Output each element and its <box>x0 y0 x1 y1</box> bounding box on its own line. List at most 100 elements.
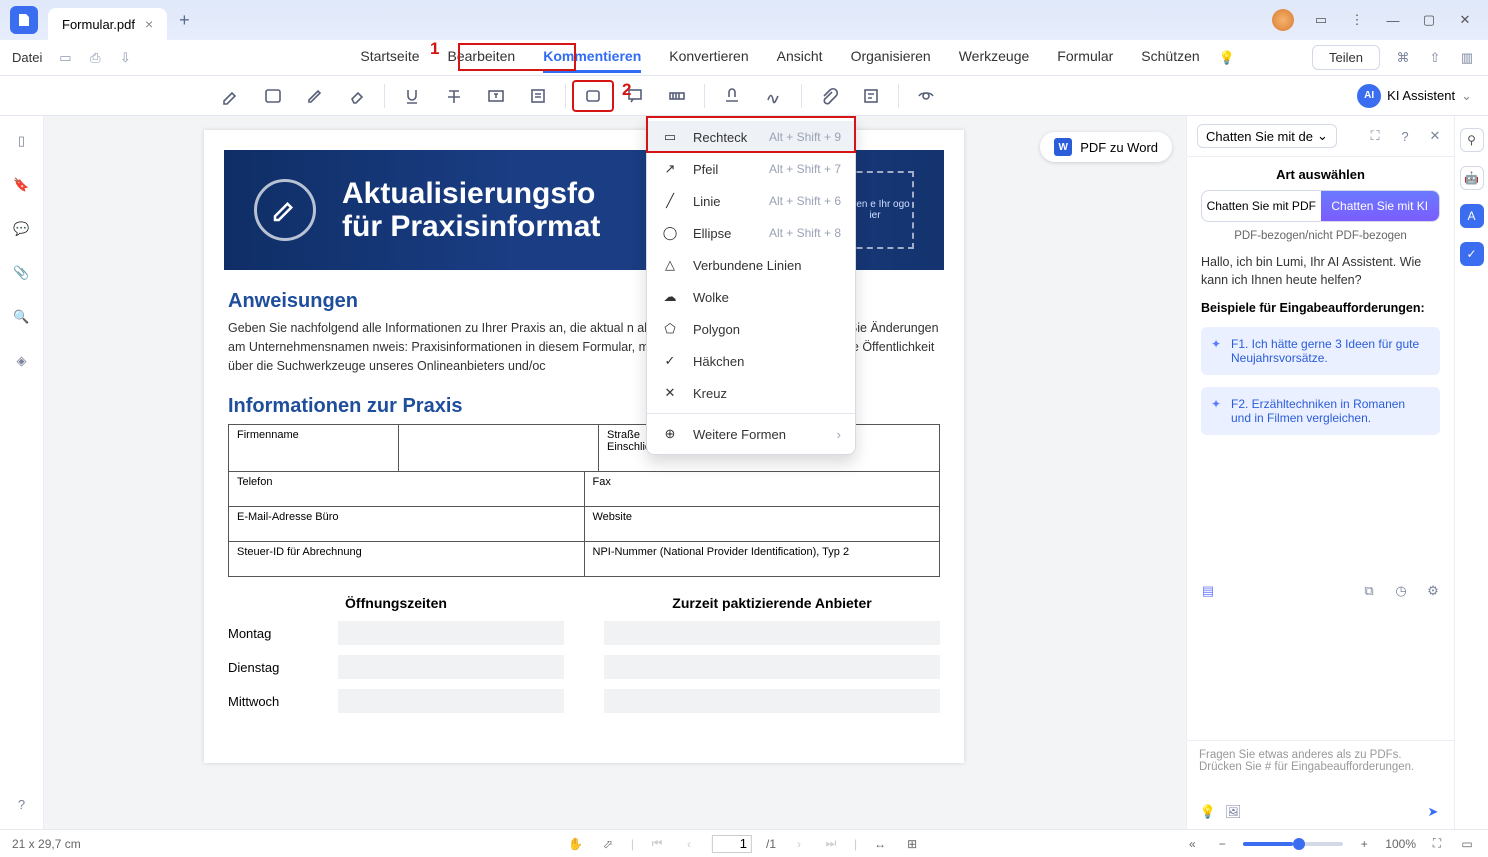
collapse-icon[interactable]: « <box>1183 835 1201 853</box>
attachments-icon[interactable]: 📎 <box>13 264 31 282</box>
ribbon-tab-startseite[interactable]: Startseite <box>360 42 419 73</box>
provider-slot[interactable] <box>604 621 940 645</box>
ai-mode-switch[interactable]: Chatten Sie mit PDF Chatten Sie mit KI <box>1201 190 1440 222</box>
history-icon[interactable]: ◷ <box>1392 582 1410 600</box>
print-icon[interactable]: ⎙ <box>86 49 104 67</box>
ai-assistant-button[interactable]: AI KI Assistent ⌄ <box>1357 84 1472 108</box>
hours-slot[interactable] <box>338 689 564 713</box>
more-shapes-item[interactable]: ⊕ Weitere Formen › <box>647 418 855 450</box>
shape-item-line[interactable]: ╱LinieAlt + Shift + 6 <box>647 185 855 217</box>
area-highlight-tool[interactable] <box>252 80 294 112</box>
files-icon[interactable]: ▤ <box>1199 582 1217 600</box>
fit-width-icon[interactable]: ↔ <box>871 835 889 853</box>
signature-tool[interactable] <box>753 80 795 112</box>
example-prompt-2[interactable]: F2. Erzähltechniken in Romanen und in Fi… <box>1201 387 1440 435</box>
stamp-tool[interactable] <box>711 80 753 112</box>
document-tab[interactable]: Formular.pdf × <box>48 8 167 40</box>
next-page-icon[interactable]: › <box>790 835 808 853</box>
expand-icon[interactable]: ⛶ <box>1366 127 1384 145</box>
layers-icon[interactable]: ◈ <box>13 352 31 370</box>
bulb-icon[interactable]: 💡 <box>1199 803 1217 821</box>
measure-tool[interactable] <box>656 80 698 112</box>
pdf-to-word-button[interactable]: W PDF zu Word <box>1040 132 1172 162</box>
chat-ki-option[interactable]: Chatten Sie mit KI <box>1321 191 1440 221</box>
thumbnails-icon[interactable]: ▯ <box>13 132 31 150</box>
info-icon[interactable]: ? <box>1396 127 1414 145</box>
prev-page-icon[interactable]: ‹ <box>680 835 698 853</box>
underline-tool[interactable] <box>391 80 433 112</box>
example-prompt-1[interactable]: F1. Ich hätte gerne 3 Ideen für gute Neu… <box>1201 327 1440 375</box>
hand-tool-icon[interactable]: ✋ <box>567 835 585 853</box>
shape-item-polygon[interactable]: ⬠Polygon <box>647 313 855 345</box>
shape-tool[interactable] <box>572 80 614 112</box>
pencil-tool[interactable] <box>294 80 336 112</box>
chat-pdf-option[interactable]: Chatten Sie mit PDF <box>1202 191 1321 221</box>
ribbon-tab-schützen[interactable]: Schützen <box>1141 42 1199 73</box>
ribbon-tab-ansicht[interactable]: Ansicht <box>777 42 823 73</box>
search-icon[interactable]: 🔍 <box>13 308 31 326</box>
attachment-tool[interactable] <box>808 80 850 112</box>
hours-slot[interactable] <box>338 621 564 645</box>
copy-icon[interactable]: ⧉ <box>1360 582 1378 600</box>
ai-input-area[interactable]: Fragen Sie etwas anderes als zu PDFs. Dr… <box>1187 740 1454 829</box>
strikethrough-tool[interactable] <box>433 80 475 112</box>
help-icon[interactable]: ? <box>13 795 31 813</box>
close-tab-icon[interactable]: × <box>145 16 153 32</box>
translate-icon[interactable]: A <box>1460 204 1484 228</box>
ribbon-tab-werkzeuge[interactable]: Werkzeuge <box>959 42 1030 73</box>
hide-comments-tool[interactable] <box>905 80 947 112</box>
zoom-slider[interactable] <box>1243 842 1343 846</box>
open-icon[interactable]: ▭ <box>56 49 74 67</box>
first-page-icon[interactable]: ⏮ <box>648 835 666 853</box>
lightbulb-icon[interactable]: 💡 <box>1218 49 1236 67</box>
minimize-icon[interactable]: — <box>1384 11 1402 29</box>
close-window-icon[interactable]: ✕ <box>1456 11 1474 29</box>
comments-icon[interactable]: 💬 <box>13 220 31 238</box>
close-panel-icon[interactable]: ✕ <box>1426 127 1444 145</box>
new-tab-button[interactable]: + <box>179 10 190 31</box>
check-chip-icon[interactable]: ✓ <box>1460 242 1484 266</box>
maximize-icon[interactable]: ▢ <box>1420 11 1438 29</box>
callout-tool[interactable] <box>614 80 656 112</box>
tune-icon[interactable]: ⚲ <box>1460 128 1484 152</box>
file-menu[interactable]: Datei <box>12 50 42 65</box>
highlighter-tool[interactable] <box>210 80 252 112</box>
kebab-icon[interactable]: ⋮ <box>1348 11 1366 29</box>
ai-mode-dropdown[interactable]: Chatten Sie mit de⌄ <box>1197 124 1337 148</box>
zoom-in-icon[interactable]: + <box>1355 835 1373 853</box>
panel-icon[interactable]: ▥ <box>1458 49 1476 67</box>
comment-list-tool[interactable] <box>850 80 892 112</box>
provider-slot[interactable] <box>604 655 940 679</box>
fullscreen-icon[interactable]: ⛶ <box>1428 835 1446 853</box>
shape-item-arrow[interactable]: ↗PfeilAlt + Shift + 7 <box>647 153 855 185</box>
last-page-icon[interactable]: ⏭ <box>822 835 840 853</box>
shape-item-cross[interactable]: ✕Kreuz <box>647 377 855 409</box>
link-icon[interactable]: ⌘ <box>1394 49 1412 67</box>
page-input[interactable] <box>712 835 752 853</box>
note-tool[interactable] <box>517 80 559 112</box>
robot-icon[interactable]: 🤖 <box>1460 166 1484 190</box>
share-button[interactable]: Teilen <box>1312 45 1380 70</box>
send-icon[interactable]: ➤ <box>1424 803 1442 821</box>
ribbon-tab-konvertieren[interactable]: Konvertieren <box>669 42 748 73</box>
shape-item-poly[interactable]: △Verbundene Linien <box>647 249 855 281</box>
bookmarks-icon[interactable]: 🔖 <box>13 176 31 194</box>
shape-item-check[interactable]: ✓Häkchen <box>647 345 855 377</box>
read-mode-icon[interactable]: ▭ <box>1458 835 1476 853</box>
message-icon[interactable]: ▭ <box>1312 11 1330 29</box>
field-firmenname-input[interactable] <box>399 425 599 471</box>
ribbon-tab-organisieren[interactable]: Organisieren <box>851 42 931 73</box>
cloud-upload-icon[interactable]: ⇧ <box>1426 49 1444 67</box>
shape-item-ellipse[interactable]: ◯EllipseAlt + Shift + 8 <box>647 217 855 249</box>
select-tool-icon[interactable]: ⬀ <box>599 835 617 853</box>
provider-slot[interactable] <box>604 689 940 713</box>
eraser-tool[interactable] <box>336 80 378 112</box>
ribbon-tab-formular[interactable]: Formular <box>1057 42 1113 73</box>
user-avatar[interactable] <box>1272 9 1294 31</box>
settings-icon[interactable]: ⚙ <box>1424 582 1442 600</box>
image-icon[interactable]: 🖼 <box>1224 803 1242 821</box>
shape-item-cloud[interactable]: ☁Wolke <box>647 281 855 313</box>
document-canvas[interactable]: W PDF zu Word Aktualisierungsfo für Prax… <box>44 116 1186 829</box>
fit-page-icon[interactable]: ⊞ <box>903 835 921 853</box>
textbox-tool[interactable] <box>475 80 517 112</box>
